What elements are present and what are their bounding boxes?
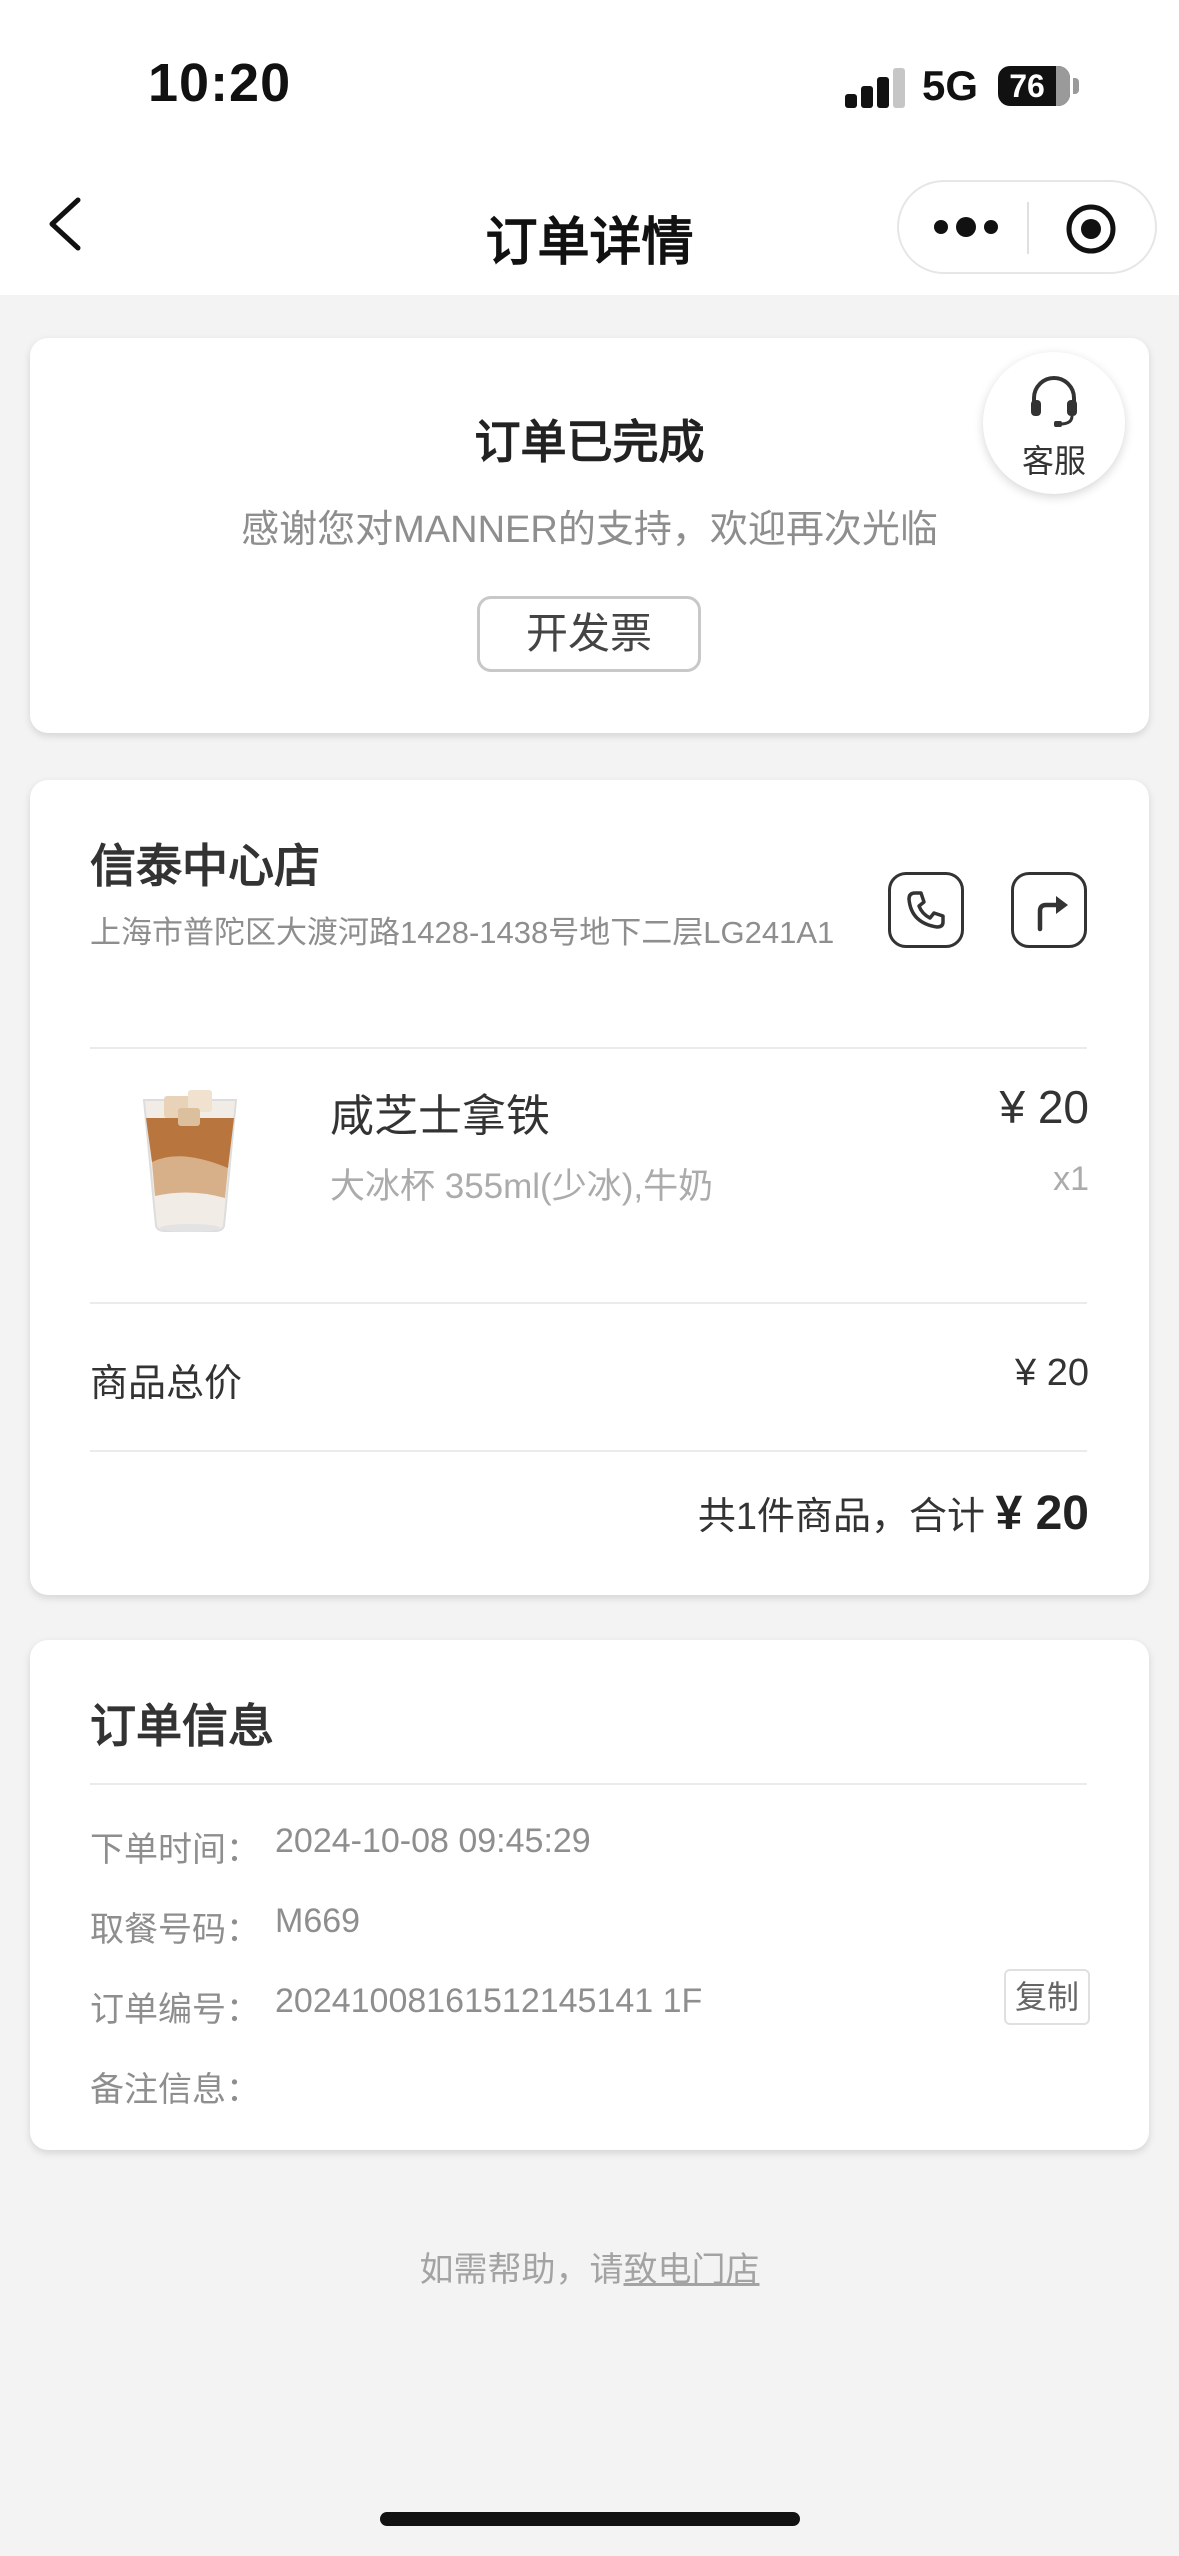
- total-row: 共1件商品，合计 ¥ 20: [698, 1485, 1089, 1541]
- battery-level: 76: [1009, 68, 1045, 104]
- order-time-value: 2024-10-08 09:45:29: [275, 1822, 591, 1860]
- subtotal-label: 商品总价: [90, 1363, 243, 1405]
- order-number-label: 订单编号：: [90, 1991, 260, 2029]
- nav-bar: 订单详情: [0, 160, 1179, 295]
- customer-service-button[interactable]: 客服: [983, 352, 1125, 494]
- pickup-number-label: 取餐号码：: [90, 1911, 260, 1949]
- headset-icon: [1031, 376, 1077, 427]
- order-number-value: 20241008161512145141 1F: [275, 1982, 703, 2020]
- divider: [90, 1450, 1087, 1452]
- target-circle-icon[interactable]: [1064, 202, 1118, 256]
- call-store-button[interactable]: [888, 872, 964, 948]
- call-store-link[interactable]: 致电门店: [624, 2251, 760, 2289]
- footer-help-text: 如需帮助，请: [419, 2251, 624, 2289]
- copy-order-number-button[interactable]: 复制: [1004, 1969, 1090, 2025]
- order-time-label: 下单时间：: [90, 1831, 260, 1869]
- product-image: [142, 1090, 238, 1232]
- subtotal-value: ¥ 20: [1015, 1352, 1089, 1394]
- divider: [90, 1047, 1087, 1049]
- total-amount: ¥ 20: [995, 1487, 1089, 1540]
- mini-program-capsule: [897, 180, 1157, 274]
- order-info-title: 订单信息: [90, 1700, 274, 1752]
- product-spec: 大冰杯 355ml(少冰),牛奶: [330, 1167, 714, 1206]
- product-price: ¥ 20: [999, 1081, 1089, 1133]
- total-text: 共1件商品，合计: [697, 1496, 986, 1538]
- invoice-button[interactable]: 开发票: [477, 596, 701, 672]
- battery-nub: [1073, 78, 1079, 94]
- remark-label: 备注信息：: [90, 2071, 260, 2109]
- signal-icon: [845, 66, 907, 108]
- product-name: 咸芝士拿铁: [330, 1092, 550, 1141]
- customer-service-label: 客服: [1021, 443, 1086, 479]
- order-status-card: 订单已完成 感谢您对MANNER的支持，欢迎再次光临 开发票 客服: [30, 338, 1149, 733]
- store-name: 信泰中心店: [90, 840, 320, 892]
- divider: [90, 1783, 1087, 1785]
- order-status-subtitle: 感谢您对MANNER的支持，欢迎再次光临: [241, 509, 938, 551]
- direction-arrow-icon: [1037, 896, 1068, 932]
- battery-icon: 76: [998, 66, 1070, 106]
- capsule-divider: [1027, 202, 1029, 254]
- order-info-card: 订单信息 下单时间： 2024-10-08 09:45:29 取餐号码： M66…: [30, 1640, 1149, 2150]
- order-status-title: 订单已完成: [474, 416, 705, 468]
- home-indicator[interactable]: [380, 2512, 800, 2526]
- more-dots-icon[interactable]: [931, 212, 1001, 242]
- store-address: 上海市普陀区大渡河路1428-1438号地下二层LG241A1: [90, 915, 835, 950]
- status-bar: 10:20 5G 76: [0, 0, 1179, 160]
- product-quantity: x1: [1053, 1160, 1089, 1198]
- network-type: 5G: [922, 62, 979, 109]
- phone-icon: [907, 891, 945, 929]
- divider: [90, 1302, 1087, 1304]
- status-time: 10:20: [148, 53, 292, 113]
- footer-help: 如需帮助，请致电门店: [0, 2242, 1179, 2291]
- navigate-store-button[interactable]: [1011, 872, 1087, 948]
- store-order-card: 信泰中心店 上海市普陀区大渡河路1428-1438号地下二层LG241A1 咸芝…: [30, 780, 1149, 1595]
- pickup-number-value: M669: [275, 1902, 361, 1940]
